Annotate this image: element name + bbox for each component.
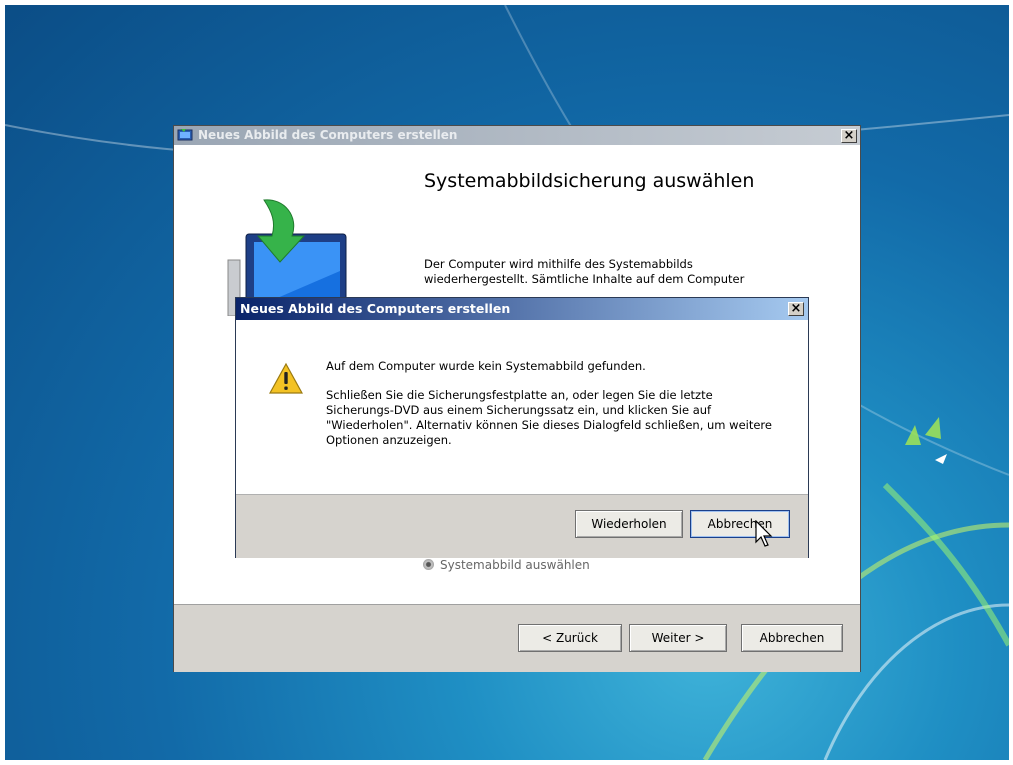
select-image-radio[interactable] [423, 559, 434, 570]
dialog-cancel-button[interactable]: Abbrechen [690, 510, 790, 538]
error-dialog: Neues Abbild des Computers erstellen × A… [235, 297, 809, 558]
dialog-message-detail: Schließen Sie die Sicherungsfestplatte a… [326, 388, 772, 447]
backup-app-icon [177, 129, 193, 141]
dialog-message-main: Auf dem Computer wurde kein Systemabbild… [326, 359, 646, 373]
wizard-cancel-button[interactable]: Abbrechen [741, 624, 843, 652]
dialog-close-button[interactable]: × [788, 302, 804, 316]
dialog-footer: Wiederholen Abbrechen [236, 494, 808, 558]
wizard-description: Der Computer wird mithilfe des Systemabb… [424, 257, 745, 286]
next-button[interactable]: Weiter > [629, 624, 727, 652]
retry-button[interactable]: Wiederholen [575, 510, 683, 538]
dialog-titlebar[interactable]: Neues Abbild des Computers erstellen × [236, 298, 808, 320]
close-icon: × [790, 301, 802, 316]
select-image-radio-label: Systemabbild auswählen [440, 558, 590, 572]
mouse-pointer-icon [755, 520, 773, 547]
wizard-close-button[interactable]: × [841, 129, 857, 143]
dialog-title: Neues Abbild des Computers erstellen [240, 301, 511, 316]
wizard-title: Neues Abbild des Computers erstellen [198, 128, 458, 142]
select-image-radio-row[interactable]: Systemabbild auswählen [423, 558, 590, 572]
close-icon: × [843, 128, 855, 143]
warning-icon [269, 362, 303, 394]
wizard-heading: Systemabbildsicherung auswählen [424, 170, 755, 192]
wizard-titlebar[interactable]: Neues Abbild des Computers erstellen × [174, 126, 860, 145]
back-button[interactable]: < Zurück [518, 624, 622, 652]
wizard-footer: < Zurück Weiter > Abbrechen [174, 604, 860, 672]
dialog-message: Auf dem Computer wurde kein Systemabbild… [326, 359, 781, 462]
